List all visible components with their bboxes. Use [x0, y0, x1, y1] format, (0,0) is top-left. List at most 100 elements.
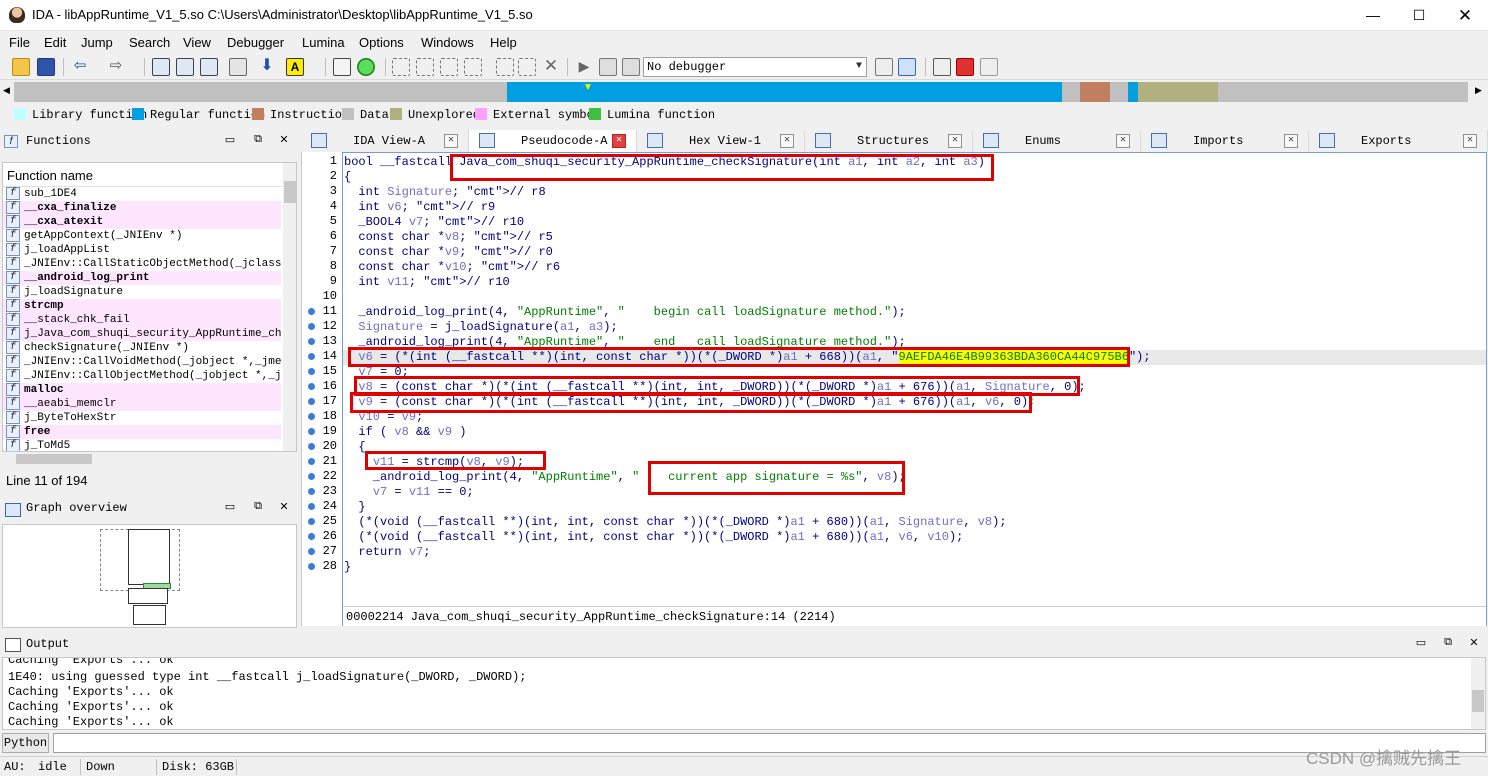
- function-list-item[interactable]: f malloc: [3, 383, 281, 397]
- graph-overview-canvas[interactable]: [2, 524, 297, 628]
- code-line[interactable]: Signature = j_loadSignature(a1, a3);: [343, 320, 1486, 335]
- breakpoint-dot-icon[interactable]: [308, 368, 315, 375]
- stop-icon[interactable]: [622, 58, 640, 76]
- menu-search[interactable]: Search: [129, 35, 170, 50]
- maximize-button[interactable]: ☐: [1396, 0, 1442, 31]
- function-list-item[interactable]: f strcmp: [3, 299, 281, 313]
- tab-structures[interactable]: Structures ✕: [805, 130, 973, 152]
- function-list-item[interactable]: f sub_1DE4: [3, 187, 281, 201]
- output-log[interactable]: Caching 'Exports'... ok 1E40: using gues…: [2, 657, 1486, 730]
- function-list-item[interactable]: f _JNIEnv::CallStaticObjectMethod(_jclass…: [3, 257, 281, 271]
- pseudocode-view[interactable]: bool __fastcall Java_com_shuqi_security_…: [342, 152, 1487, 626]
- code-line[interactable]: (*(void (__fastcall **)(int, int, const …: [343, 530, 1486, 545]
- code-line[interactable]: const char *v8; "cmt">// r5: [343, 230, 1486, 245]
- code-line[interactable]: int v11; "cmt">// r10: [343, 275, 1486, 290]
- close-tab-icon[interactable]: ✕: [780, 134, 794, 148]
- code-line[interactable]: }: [343, 560, 1486, 575]
- breakpoint-dot-icon[interactable]: [308, 383, 315, 390]
- binoculars-icon[interactable]: [152, 58, 170, 76]
- breakpoint-dot-icon[interactable]: [308, 458, 315, 465]
- graph-icon[interactable]: [333, 58, 351, 76]
- function-list-item[interactable]: f j_Java_com_shuqi_security_AppRuntime_ch…: [3, 327, 281, 341]
- close-tab-icon[interactable]: ✕: [1463, 134, 1477, 148]
- debugger-select[interactable]: No debugger ▼: [643, 57, 867, 77]
- breakpoint-dot-icon[interactable]: [308, 533, 315, 540]
- data-icon[interactable]: [416, 58, 434, 76]
- code-line[interactable]: [343, 290, 1486, 305]
- line-number-gutter[interactable]: 1 2 3 4 5 6 7 8 9 10 11 12 13 14 15 16 17 18 19 20 21 22 23 24 2…: [301, 152, 342, 626]
- breakpoint-dot-icon[interactable]: [308, 563, 315, 570]
- save-icon[interactable]: [37, 58, 55, 76]
- menu-lumina[interactable]: Lumina: [302, 35, 345, 50]
- function-name-column-header[interactable]: Function name: [3, 163, 283, 187]
- name-icon[interactable]: [518, 58, 536, 76]
- function-list-item[interactable]: f getAppContext(_JNIEnv *): [3, 229, 281, 243]
- functions-vertical-scrollbar[interactable]: [283, 163, 296, 451]
- switch-debugger-icon[interactable]: [898, 58, 916, 76]
- code-line[interactable]: const char *v10; "cmt">// r6: [343, 260, 1486, 275]
- close-tab-icon[interactable]: ✕: [1284, 134, 1298, 148]
- forward-arrow-icon[interactable]: ⇨: [107, 58, 125, 76]
- close-tab-icon[interactable]: ✕: [444, 134, 458, 148]
- breakpoint-dot-icon[interactable]: [308, 323, 315, 330]
- function-list-item[interactable]: f j_ByteToHexStr: [3, 411, 281, 425]
- menu-file[interactable]: File: [9, 35, 30, 50]
- minimize-panel-icon[interactable]: ▭: [222, 133, 238, 146]
- breakpoint-dot-icon[interactable]: [308, 548, 315, 555]
- function-list-item[interactable]: f j_loadAppList: [3, 243, 281, 257]
- scrollbar-thumb[interactable]: [1472, 690, 1484, 712]
- breakpoint-dot-icon[interactable]: [308, 413, 315, 420]
- search-text-icon[interactable]: [176, 58, 194, 76]
- code-line[interactable]: _BOOL4 v7; "cmt">// r10: [343, 215, 1486, 230]
- code-line[interactable]: int v6; "cmt">// r9: [343, 200, 1486, 215]
- menu-debugger[interactable]: Debugger: [227, 35, 284, 50]
- menu-view[interactable]: View: [183, 35, 211, 50]
- function-list-item[interactable]: f j_ToMd5: [3, 439, 281, 451]
- close-button[interactable]: ✕: [1442, 0, 1488, 31]
- breakpoint-dot-icon[interactable]: [308, 338, 315, 345]
- tab-imports[interactable]: Imports ✕: [1141, 130, 1309, 152]
- function-list-item[interactable]: f __aeabi_memclr: [3, 397, 281, 411]
- breakpoint-dot-icon[interactable]: [308, 353, 315, 360]
- nav-left-arrow-icon[interactable]: ◀: [3, 85, 10, 96]
- scrollbar-thumb[interactable]: [284, 181, 296, 203]
- menu-windows[interactable]: Windows: [421, 35, 474, 50]
- code-icon[interactable]: [392, 58, 410, 76]
- breakpoint-dot-icon[interactable]: [308, 488, 315, 495]
- scrollbar-thumb[interactable]: [16, 454, 92, 464]
- code-line[interactable]: _android_log_print(4, "AppRuntime", " be…: [343, 305, 1486, 320]
- debug-options-icon[interactable]: [875, 58, 893, 76]
- navigation-band[interactable]: ◀ ▼ ▶: [0, 80, 1488, 104]
- code-line[interactable]: return v7;: [343, 545, 1486, 560]
- delete-x-icon[interactable]: ✕: [542, 57, 560, 76]
- function-list-item[interactable]: f j_loadSignature: [3, 285, 281, 299]
- python-language-button[interactable]: Python: [2, 733, 49, 753]
- function-list-item[interactable]: f _JNIEnv::CallObjectMethod(_jobject *,_j…: [3, 369, 281, 383]
- float-panel-icon[interactable]: ⧉: [250, 133, 266, 146]
- code-line[interactable]: v7 = v11 == 0;: [343, 485, 1486, 500]
- tab-ida-view-a[interactable]: IDA View-A ✕: [301, 130, 469, 152]
- function-list-item[interactable]: f __stack_chk_fail: [3, 313, 281, 327]
- code-line[interactable]: const char *v9; "cmt">// r0: [343, 245, 1486, 260]
- functions-horizontal-scrollbar[interactable]: [2, 452, 281, 466]
- breakpoint-dot-icon[interactable]: [308, 473, 315, 480]
- close-tab-icon[interactable]: ✕: [1116, 134, 1130, 148]
- function-list-item[interactable]: f __cxa_atexit: [3, 215, 281, 229]
- close-panel-icon[interactable]: ✕: [276, 500, 292, 513]
- function-list-item[interactable]: f _JNIEnv::CallVoidMethod(_jobject *,_jme…: [3, 355, 281, 369]
- tab-exports[interactable]: Exports ✕: [1309, 130, 1488, 152]
- array-icon[interactable]: [464, 58, 482, 76]
- functions-list[interactable]: Function name f sub_1DE4 f __cxa_finalize f _…: [2, 162, 297, 452]
- minimize-panel-icon[interactable]: ▭: [222, 500, 238, 513]
- tab-hex-view-1[interactable]: Hex View-1 ✕: [637, 130, 805, 152]
- start-debug-icon[interactable]: ▶: [575, 58, 593, 76]
- jump-icon[interactable]: [229, 58, 247, 76]
- tab-enums[interactable]: Enums ✕: [973, 130, 1141, 152]
- function-list-item[interactable]: f __cxa_finalize: [3, 201, 281, 215]
- breakpoint-dot-icon[interactable]: [308, 443, 315, 450]
- down-arrow-icon[interactable]: ⬇: [258, 58, 276, 76]
- nav-right-arrow-icon[interactable]: ▶: [1475, 85, 1482, 96]
- menu-options[interactable]: Options: [359, 35, 404, 50]
- minimize-panel-icon[interactable]: ▭: [1413, 636, 1429, 649]
- breakpoint-dot-icon[interactable]: [308, 518, 315, 525]
